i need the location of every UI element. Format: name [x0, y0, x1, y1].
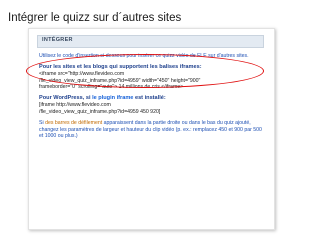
- iframe-section: Pour les sites et les blogs qui supporte…: [39, 64, 267, 91]
- intro-text: Utilisez le code d'insertion ci-dessous …: [39, 53, 249, 59]
- iframe-code-line-1[interactable]: <iframe src="http://www.flevideo.com: [39, 71, 267, 78]
- iframe-plugin-link[interactable]: le plugin iframe: [92, 95, 133, 101]
- scrollbar-note: Si des barres de défilement apparaissent…: [39, 120, 267, 140]
- iframe-code-line-3[interactable]: frameborder="0" scrolling="auto"> 14 mil…: [39, 84, 267, 91]
- panel-header-label: INTÉGRER: [42, 37, 73, 43]
- wordpress-section: Pour WordPress, si le plugin iframe est …: [39, 95, 267, 115]
- iframe-heading: Pour les sites et les blogs qui supporte…: [39, 64, 202, 71]
- panel-content: Utilisez le code d'insertion ci-dessous …: [39, 53, 267, 144]
- wordpress-heading-post: est installé:: [133, 95, 166, 102]
- wordpress-code-line-2[interactable]: /fle_video_view_quiz_inframe.php?id=4959…: [39, 109, 267, 116]
- embed-panel: INTÉGRER Utilisez le code d'insertion ci…: [28, 28, 275, 230]
- wordpress-heading-pre: Pour WordPress, si: [39, 95, 93, 102]
- iframe-code-line-2[interactable]: /fle_video_view_quiz_inframe.php?id=4959…: [39, 78, 267, 85]
- wordpress-heading: Pour WordPress, si le plugin iframe est …: [39, 95, 267, 102]
- scrollbars-link[interactable]: des barres de défilement: [45, 120, 102, 126]
- wordpress-code-line-1[interactable]: [iframe http://www.flevideo.com: [39, 102, 267, 109]
- slide-title: Intégrer le quizz sur d´autres sites: [8, 12, 182, 24]
- panel-header: INTÉGRER: [37, 35, 264, 48]
